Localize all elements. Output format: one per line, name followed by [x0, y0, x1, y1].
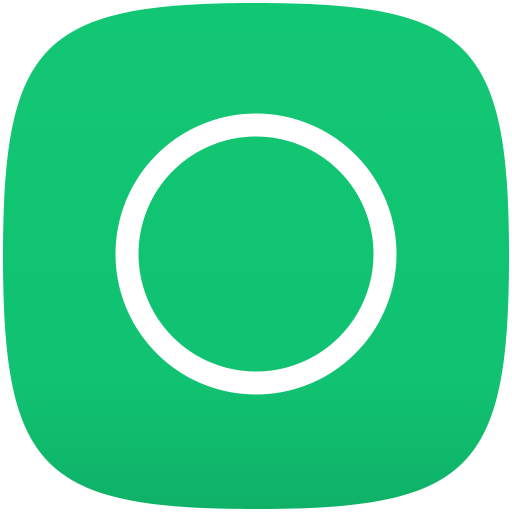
app-icon-canvas — [0, 0, 512, 512]
app-icon-tile — [3, 3, 509, 509]
circle-app-icon[interactable] — [0, 0, 512, 512]
